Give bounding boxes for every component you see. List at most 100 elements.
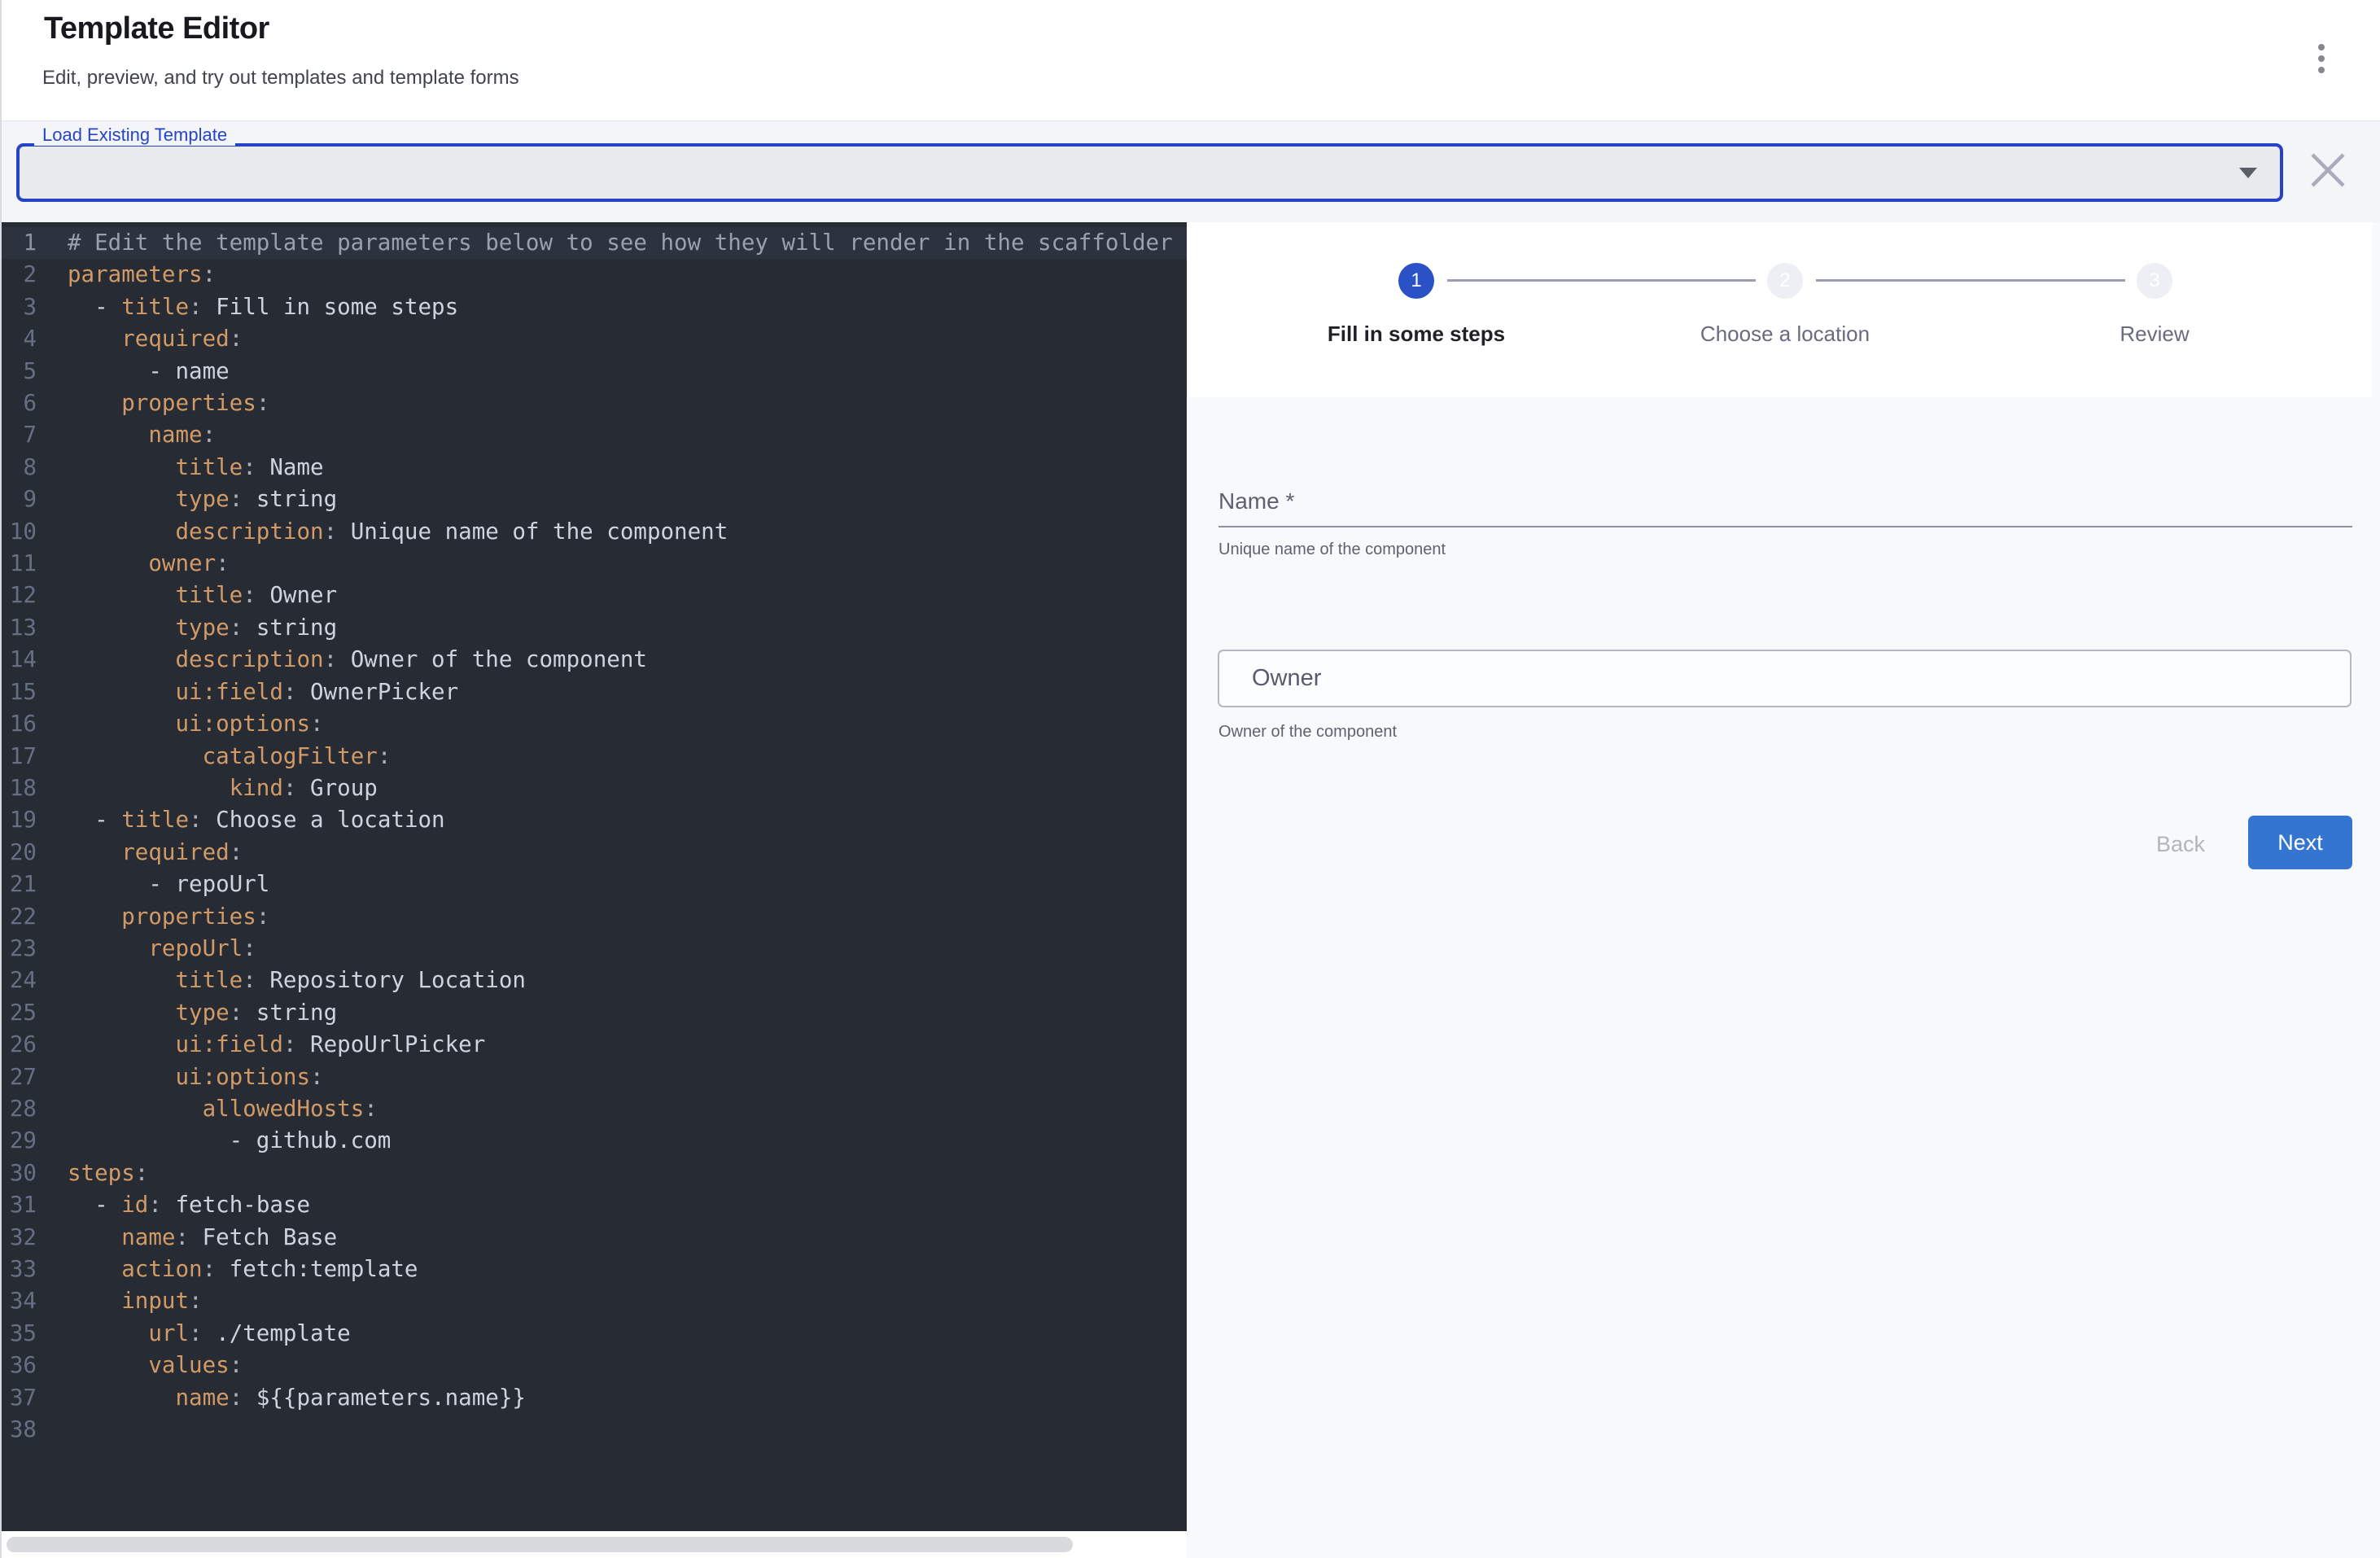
line-content: title: Owner bbox=[37, 582, 337, 608]
code-line[interactable]: 18 kind: Group bbox=[0, 772, 1187, 804]
code-line[interactable]: 19 - title: Choose a location bbox=[0, 804, 1187, 836]
editor-horizontal-scrollbar bbox=[0, 1531, 1187, 1558]
line-content: - id: fetch-base bbox=[37, 1192, 310, 1218]
step-connector bbox=[1816, 279, 2125, 282]
owner-field-label: Owner bbox=[1252, 651, 1321, 706]
name-helper-text: Unique name of the component bbox=[1218, 540, 1446, 559]
line-content: properties: bbox=[37, 390, 269, 416]
line-content: ui:options: bbox=[37, 1064, 324, 1090]
line-content: - title: Choose a location bbox=[37, 807, 445, 833]
code-line[interactable]: 34 input: bbox=[0, 1285, 1187, 1317]
step-circle-2: 2 bbox=[1767, 263, 1803, 299]
code-line[interactable]: 20 required: bbox=[0, 837, 1187, 869]
line-number: 25 bbox=[0, 997, 37, 1029]
owner-input[interactable]: Owner bbox=[1218, 650, 2352, 707]
code-line[interactable]: 36 values: bbox=[0, 1350, 1187, 1381]
step-circle-3: 3 bbox=[2137, 263, 2172, 299]
step-label-review: Review bbox=[1984, 322, 2325, 347]
clear-selection-button[interactable] bbox=[2303, 146, 2352, 195]
code-line[interactable]: 21 - repoUrl bbox=[0, 869, 1187, 900]
form-section: Name * Unique name of the component Owne… bbox=[1187, 397, 2380, 1558]
code-line[interactable]: 12 title: Owner bbox=[0, 580, 1187, 611]
code-line[interactable]: 4 required: bbox=[0, 323, 1187, 355]
line-number: 20 bbox=[0, 837, 37, 869]
line-content: type: string bbox=[37, 1000, 337, 1026]
code-line[interactable]: 2parameters: bbox=[0, 259, 1187, 291]
code-line[interactable]: 32 name: Fetch Base bbox=[0, 1222, 1187, 1254]
line-content: kind: Group bbox=[37, 775, 378, 801]
code-line[interactable]: 8 title: Name bbox=[0, 452, 1187, 484]
code-line[interactable]: 5 - name bbox=[0, 356, 1187, 387]
line-number: 14 bbox=[0, 644, 37, 676]
code-line[interactable]: 16 ui:options: bbox=[0, 708, 1187, 740]
line-number: 4 bbox=[0, 323, 37, 355]
line-content: ui:field: OwnerPicker bbox=[37, 679, 458, 705]
code-line[interactable]: 1# Edit the template parameters below to… bbox=[0, 227, 1187, 259]
code-line[interactable]: 10 description: Unique name of the compo… bbox=[0, 516, 1187, 548]
line-number: 26 bbox=[0, 1029, 37, 1061]
code-line[interactable]: 11 owner: bbox=[0, 548, 1187, 580]
line-content: owner: bbox=[37, 550, 230, 576]
line-content: type: string bbox=[37, 615, 337, 641]
line-number: 15 bbox=[0, 676, 37, 708]
code-line[interactable]: 14 description: Owner of the component bbox=[0, 644, 1187, 676]
step-connector bbox=[1447, 279, 1756, 282]
line-number: 7 bbox=[0, 419, 37, 451]
kebab-menu-icon[interactable] bbox=[2305, 33, 2338, 85]
line-content: values: bbox=[37, 1352, 243, 1378]
page-right-border bbox=[2372, 222, 2380, 1558]
line-number: 2 bbox=[0, 259, 37, 291]
code-line[interactable]: 37 name: ${{parameters.name}} bbox=[0, 1382, 1187, 1414]
code-line[interactable]: 23 repoUrl: bbox=[0, 933, 1187, 965]
line-content: title: Name bbox=[37, 454, 324, 480]
code-line[interactable]: 17 catalogFilter: bbox=[0, 741, 1187, 772]
code-line[interactable]: 29 - github.com bbox=[0, 1125, 1187, 1157]
code-line[interactable]: 24 title: Repository Location bbox=[0, 965, 1187, 996]
line-number: 8 bbox=[0, 452, 37, 484]
line-content: action: fetch:template bbox=[37, 1256, 418, 1282]
code-line[interactable]: 9 type: string bbox=[0, 484, 1187, 515]
line-content: required: bbox=[37, 326, 243, 352]
line-content: catalogFilter: bbox=[37, 743, 391, 769]
line-content: ui:field: RepoUrlPicker bbox=[37, 1031, 485, 1057]
code-line[interactable]: 22 properties: bbox=[0, 901, 1187, 933]
code-line[interactable]: 31 - id: fetch-base bbox=[0, 1189, 1187, 1221]
line-number: 37 bbox=[0, 1382, 37, 1414]
close-x-icon bbox=[2307, 149, 2349, 191]
load-template-select[interactable] bbox=[16, 143, 2283, 202]
yaml-code-editor[interactable]: 1# Edit the template parameters below to… bbox=[0, 222, 1187, 1531]
line-content: input: bbox=[37, 1288, 203, 1314]
line-number: 6 bbox=[0, 387, 37, 419]
line-number: 23 bbox=[0, 933, 37, 965]
code-line[interactable]: 38 bbox=[0, 1414, 1187, 1446]
next-button[interactable]: Next bbox=[2248, 816, 2352, 869]
line-number: 34 bbox=[0, 1285, 37, 1317]
line-number: 22 bbox=[0, 901, 37, 933]
code-line[interactable]: 30steps: bbox=[0, 1158, 1187, 1189]
back-button[interactable]: Back bbox=[2120, 825, 2242, 863]
name-input[interactable]: Name * bbox=[1218, 454, 2352, 527]
code-line[interactable]: 25 type: string bbox=[0, 997, 1187, 1029]
code-line[interactable]: 28 allowedHosts: bbox=[0, 1093, 1187, 1125]
header: Template Editor Edit, preview, and try o… bbox=[0, 0, 2380, 120]
code-line[interactable]: 33 action: fetch:template bbox=[0, 1254, 1187, 1285]
code-line[interactable]: 6 properties: bbox=[0, 387, 1187, 419]
code-line[interactable]: 15 ui:field: OwnerPicker bbox=[0, 676, 1187, 708]
line-number: 27 bbox=[0, 1061, 37, 1093]
page-title: Template Editor bbox=[44, 11, 269, 46]
step-number: 1 bbox=[1411, 269, 1421, 292]
page-subtitle: Edit, preview, and try out templates and… bbox=[42, 67, 519, 90]
code-line[interactable]: 27 ui:options: bbox=[0, 1061, 1187, 1093]
code-line[interactable]: 3 - title: Fill in some steps bbox=[0, 291, 1187, 323]
line-number: 16 bbox=[0, 708, 37, 740]
line-number: 28 bbox=[0, 1093, 37, 1125]
code-line[interactable]: 7 name: bbox=[0, 419, 1187, 451]
line-content: allowedHosts: bbox=[37, 1096, 378, 1122]
line-number: 19 bbox=[0, 804, 37, 836]
line-content: name: ${{parameters.name}} bbox=[37, 1385, 526, 1411]
code-line[interactable]: 26 ui:field: RepoUrlPicker bbox=[0, 1029, 1187, 1061]
code-line[interactable]: 13 type: string bbox=[0, 612, 1187, 644]
scrollbar-thumb[interactable] bbox=[7, 1537, 1073, 1552]
line-content: description: Owner of the component bbox=[37, 646, 647, 672]
code-line[interactable]: 35 url: ./template bbox=[0, 1318, 1187, 1350]
